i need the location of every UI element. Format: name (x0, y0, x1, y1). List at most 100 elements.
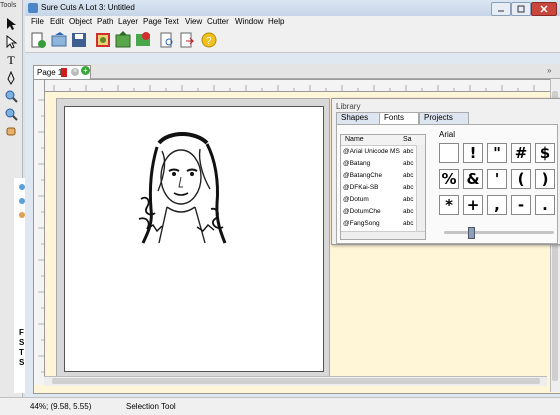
font-sample: abc (403, 172, 414, 179)
pan-hand-icon[interactable] (3, 122, 19, 138)
glyph-size-slider-thumb[interactable] (468, 227, 475, 239)
zoom-out-icon[interactable] (3, 106, 19, 122)
menu-window[interactable]: Window (235, 17, 263, 26)
window-title: Sure Cuts A Lot 3: Untitled (41, 3, 135, 12)
menu-file[interactable]: File (31, 17, 44, 26)
glyph-cell[interactable]: & (463, 169, 483, 189)
menu-view[interactable]: View (185, 17, 202, 26)
menu-bar: File Edit Object Path Layer Page Text Vi… (25, 16, 560, 28)
horizontal-scroll-thumb[interactable] (52, 378, 540, 384)
text-tool-icon[interactable]: T (3, 52, 19, 68)
library-title: Library (336, 102, 361, 111)
glyph-cell[interactable]: # (511, 143, 531, 163)
glyph-cell[interactable]: ! (463, 143, 483, 163)
node-edit-tool-icon[interactable] (3, 34, 19, 50)
tools-title: Tools (0, 2, 17, 9)
list-item[interactable]: @FangSong abc (341, 220, 425, 231)
zoom-coordinates: 44%; (9.58, 5.55) (30, 402, 92, 411)
import-image-icon[interactable] (94, 31, 112, 49)
glyph-cell[interactable]: " (487, 143, 507, 163)
list-item[interactable]: @DotumChe abc (341, 208, 425, 219)
list-item[interactable]: @DFKai-SB abc (341, 184, 425, 195)
glyph-cell[interactable]: * (439, 195, 459, 215)
pen-tool-icon[interactable] (3, 70, 19, 86)
save-icon[interactable] (70, 31, 88, 49)
close-button[interactable] (531, 2, 557, 16)
vertical-ruler (34, 80, 45, 385)
font-name: @DotumChe (343, 208, 381, 215)
menu-text[interactable]: Text (164, 17, 179, 26)
app-icon (28, 3, 38, 13)
font-name: @Dotum (343, 196, 369, 203)
list-item[interactable]: @Arial Unicode MS abc (341, 148, 425, 159)
glyph-grid: ! " # $ % & ' ( ) * + , - . (439, 143, 560, 225)
document-tabs: Page 1 × + » (33, 64, 560, 79)
font-sample: abc (403, 160, 414, 167)
ruler-ticks (38, 99, 44, 373)
font-sample: abc (403, 208, 414, 215)
tab-shapes[interactable]: Shapes (336, 112, 384, 124)
glyph-cell[interactable] (439, 143, 459, 163)
trace-image-icon[interactable] (114, 31, 132, 49)
font-name: @Arial Unicode MS (343, 148, 400, 155)
minimize-button[interactable] (491, 2, 511, 16)
new-document-icon[interactable] (29, 31, 47, 49)
preview-icon[interactable] (158, 31, 176, 49)
menu-path[interactable]: Path (97, 17, 113, 26)
library-panel: Library Shapes Fonts Projects Name Sa @A… (331, 98, 560, 245)
list-item[interactable]: @BatangChe abc (341, 172, 425, 183)
font-name: @BatangChe (343, 172, 383, 179)
traced-portrait-image[interactable] (137, 129, 227, 245)
glyph-cell[interactable]: , (487, 195, 507, 215)
glyph-cell[interactable]: % (439, 169, 459, 189)
cut-icon[interactable] (134, 31, 152, 49)
column-sample[interactable]: Sa (403, 136, 412, 143)
list-item[interactable]: @Dotum abc (341, 196, 425, 207)
background-text: S (19, 338, 25, 347)
column-name[interactable]: Name (345, 136, 364, 143)
svg-text:?: ? (206, 36, 212, 47)
list-item[interactable]: @Batang abc (341, 160, 425, 171)
page-canvas[interactable] (64, 106, 324, 372)
glyph-cell[interactable]: $ (535, 143, 555, 163)
close-tab-icon[interactable]: × (71, 68, 79, 76)
toolbar: ? (25, 28, 560, 53)
ruler-ticks (53, 85, 535, 91)
menu-page[interactable]: Page (143, 17, 162, 26)
background-text: S (19, 358, 25, 367)
open-document-icon[interactable] (50, 31, 68, 49)
glyph-size-slider[interactable] (444, 227, 554, 239)
font-sample: abc (403, 184, 414, 191)
glyph-cell[interactable]: ) (535, 169, 555, 189)
menu-cutter[interactable]: Cutter (207, 17, 229, 26)
font-list-scrollbar[interactable] (416, 145, 425, 231)
page-color-swatch (61, 68, 67, 77)
menu-layer[interactable]: Layer (118, 17, 138, 26)
menu-help[interactable]: Help (268, 17, 284, 26)
zoom-in-icon[interactable] (3, 88, 19, 104)
glyph-cell[interactable]: . (535, 195, 555, 215)
background-text: T (19, 348, 24, 357)
help-icon[interactable]: ? (200, 31, 218, 49)
glyph-cell[interactable]: + (463, 195, 483, 215)
selected-font-name: Arial (439, 130, 456, 139)
font-list-hscrollbar[interactable] (341, 231, 425, 239)
glyph-cell[interactable]: ( (511, 169, 531, 189)
menu-edit[interactable]: Edit (50, 17, 64, 26)
font-sample: abc (403, 196, 414, 203)
maximize-button[interactable] (511, 2, 531, 16)
menu-object[interactable]: Object (69, 17, 92, 26)
tab-overflow-icon[interactable]: » (547, 66, 551, 75)
horizontal-ruler (44, 80, 556, 92)
font-list[interactable]: Name Sa @Arial Unicode MS abc @Batang ab… (340, 134, 426, 240)
font-sample: abc (403, 148, 414, 155)
selection-tool-icon[interactable] (3, 16, 19, 32)
print-icon[interactable] (178, 31, 196, 49)
tab-projects[interactable]: Projects (419, 112, 469, 124)
horizontal-scrollbar[interactable] (44, 376, 547, 386)
glyph-cell[interactable]: - (511, 195, 531, 215)
add-page-icon[interactable]: + (81, 66, 90, 75)
glyph-cell[interactable]: ' (487, 169, 507, 189)
tab-fonts[interactable]: Fonts (379, 112, 419, 124)
title-bar: Sure Cuts A Lot 3: Untitled (25, 0, 560, 16)
